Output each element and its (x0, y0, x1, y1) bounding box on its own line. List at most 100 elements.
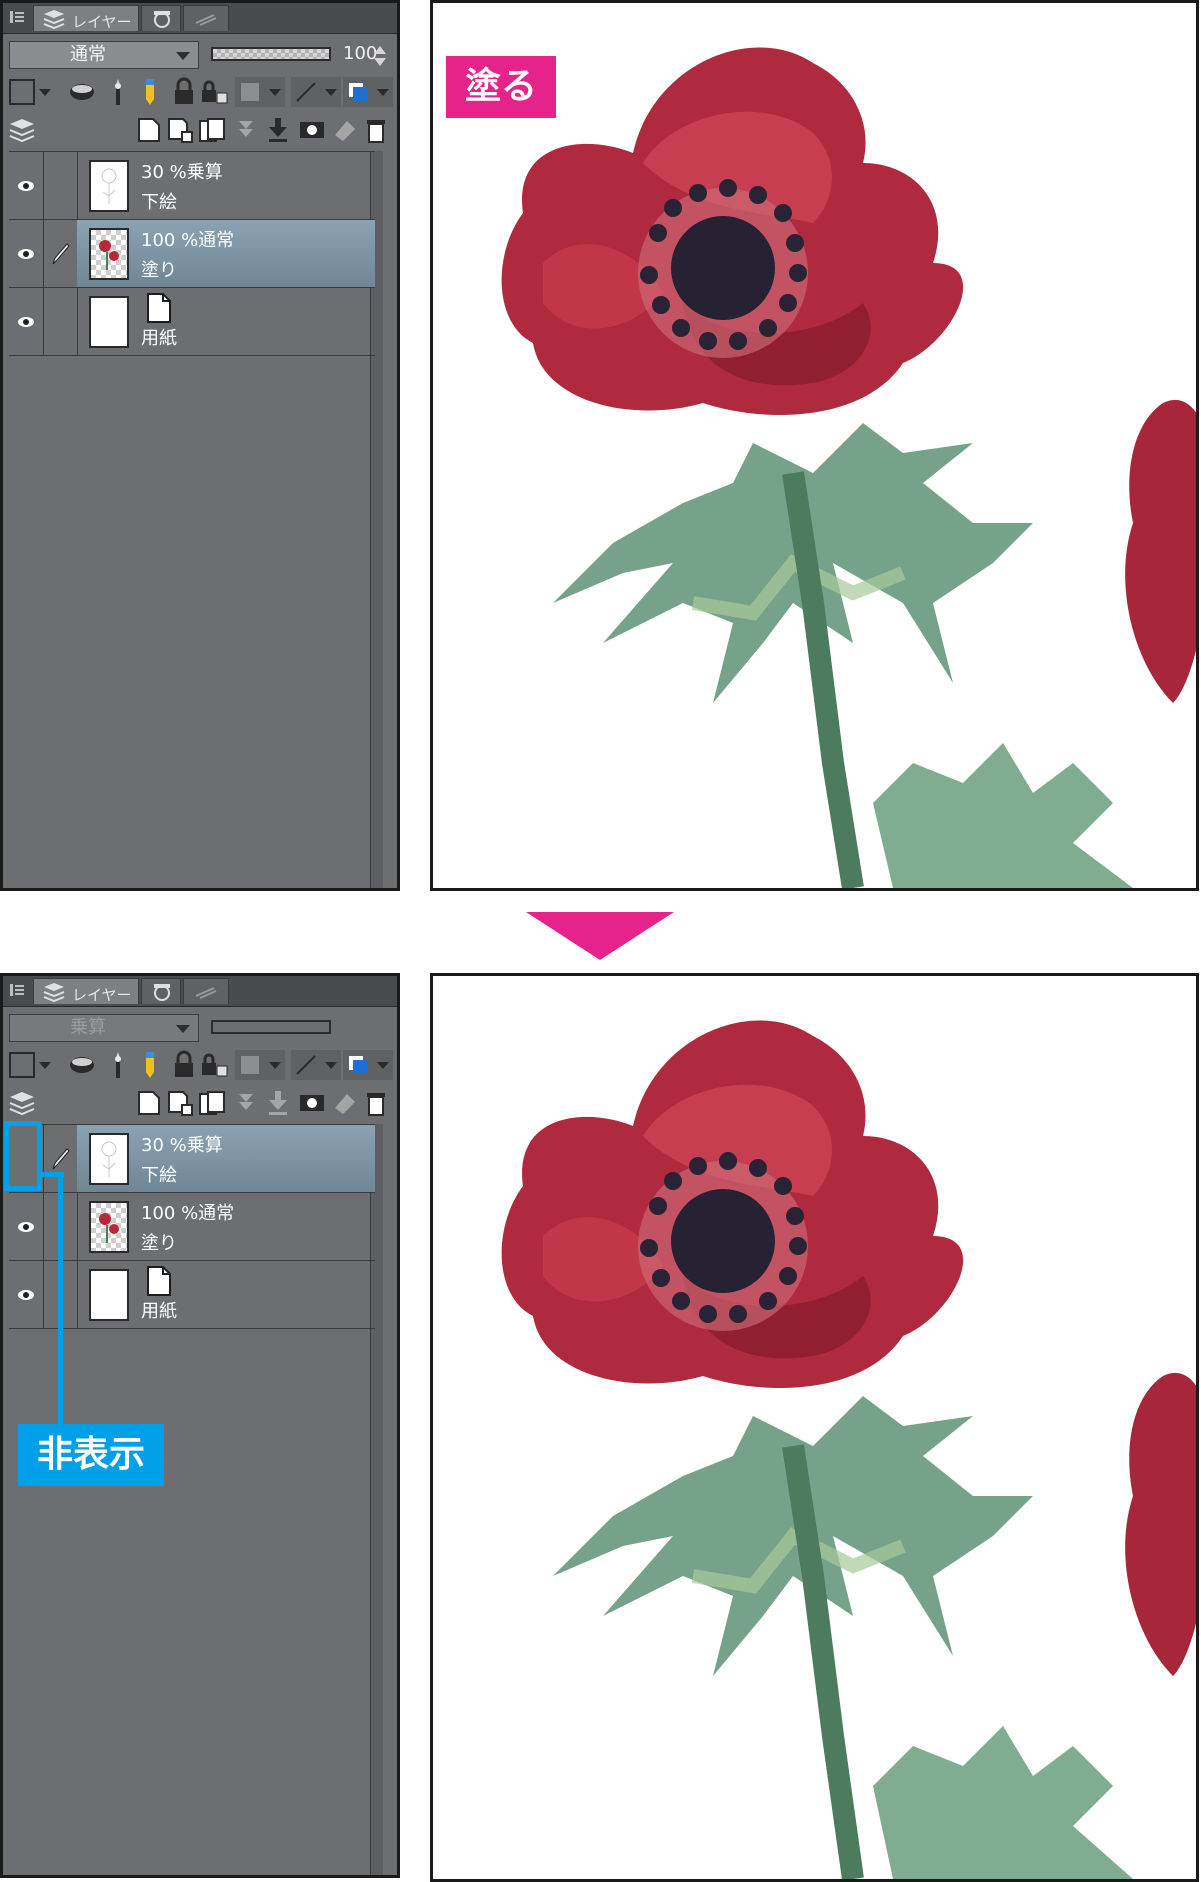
layer-row-sketch[interactable]: 30 %乗算 下絵 (9, 152, 375, 220)
flower-main (501, 47, 964, 415)
layer-color-dropdown[interactable] (9, 77, 53, 107)
layer-visibility-toggle[interactable] (9, 220, 44, 287)
layer-row-paper[interactable]: 用紙 (9, 1261, 375, 1329)
reference-layer-icon[interactable] (67, 1050, 97, 1080)
new-vector-layer-icon[interactable] (165, 1088, 195, 1118)
reference-layer-icon[interactable] (67, 77, 97, 107)
layer-visibility-toggle[interactable] (9, 1193, 44, 1260)
layer-thumbnail-sketch (89, 1133, 129, 1185)
trash-icon[interactable] (361, 115, 391, 145)
pencil-icon[interactable] (135, 1050, 165, 1080)
paper-layer-icon (147, 293, 171, 323)
mask-icon[interactable] (291, 1050, 341, 1080)
layer-color-dropdown[interactable] (9, 1050, 53, 1080)
anemone-painting (501, 1020, 1196, 1879)
blend-mode-value: 通常 (70, 44, 106, 65)
flower-main (501, 1020, 964, 1388)
layer-mask-icon[interactable] (297, 1088, 327, 1118)
layer-blend-info: 100 %通常 (141, 1203, 235, 1224)
tab-layer[interactable]: レイヤー (33, 5, 139, 31)
clear-layer-icon[interactable] (329, 115, 359, 145)
lock-transparency-icon[interactable] (199, 1050, 229, 1080)
layer-blend-info: 30 %乗算 (141, 1135, 223, 1156)
layer-visibility-toggle[interactable] (9, 152, 44, 219)
anemone-painting (501, 47, 1196, 888)
layer-visibility-toggle[interactable] (9, 288, 44, 355)
layers-stack-icon (9, 1092, 35, 1116)
trash-icon[interactable] (361, 1088, 391, 1118)
eye-icon[interactable] (17, 1220, 35, 1234)
layer-row-sketch[interactable]: 30 %乗算 下絵 (9, 1125, 375, 1193)
layer-name: 塗り (141, 260, 177, 281)
lock-icon[interactable] (169, 1050, 199, 1080)
layer-blend-info: 30 %乗算 (141, 162, 223, 183)
new-vector-layer-icon[interactable] (165, 115, 195, 145)
lock-icon[interactable] (169, 77, 199, 107)
layer-body[interactable]: 100 %通常 塗り (77, 1193, 375, 1260)
layer-visibility-toggle[interactable] (9, 1261, 44, 1328)
canvas-after (430, 973, 1199, 1882)
layer-mask-icon[interactable] (297, 115, 327, 145)
layer-color-icon[interactable] (343, 77, 393, 107)
wand-icon[interactable] (103, 1050, 133, 1080)
layer-body[interactable]: 用紙 (77, 288, 375, 355)
blend-mode-select[interactable]: 乗算 (9, 1014, 199, 1042)
layer-body[interactable]: 100 %通常 塗り (77, 220, 375, 287)
new-raster-layer-icon[interactable] (133, 1088, 163, 1118)
new-raster-layer-icon[interactable] (133, 115, 163, 145)
tab-layer-label: レイヤー (72, 13, 132, 31)
new-folder-icon[interactable] (197, 1088, 227, 1118)
tab-material[interactable] (183, 978, 229, 1004)
chevron-down-icon (176, 1025, 190, 1033)
tab-layer[interactable]: レイヤー (33, 978, 139, 1004)
pen-icon (52, 243, 70, 265)
tab-navigator[interactable] (141, 978, 181, 1004)
transfer-down-icon[interactable] (231, 1088, 261, 1118)
wand-icon[interactable] (103, 77, 133, 107)
material-icon (195, 14, 217, 26)
clipping-icon[interactable] (235, 77, 285, 107)
chevron-down-icon (176, 52, 190, 60)
layer-edit-target[interactable] (43, 152, 78, 219)
pen-icon (52, 1148, 70, 1170)
opacity-slider[interactable] (211, 47, 331, 61)
new-folder-icon[interactable] (197, 115, 227, 145)
layer-body[interactable]: 用紙 (77, 1261, 375, 1328)
eye-icon[interactable] (17, 1288, 35, 1302)
material-icon (195, 987, 217, 999)
eye-icon[interactable] (17, 179, 35, 193)
clipping-icon[interactable] (235, 1050, 285, 1080)
merge-down-icon[interactable] (263, 1088, 293, 1118)
transfer-down-icon[interactable] (231, 115, 261, 145)
layer-edit-target[interactable] (43, 288, 78, 355)
layer-color-icon[interactable] (343, 1050, 393, 1080)
clear-layer-icon[interactable] (329, 1088, 359, 1118)
layer-thumbnail-paper (89, 1269, 129, 1321)
flower-thumbnail-icon (99, 240, 119, 270)
layer-edit-target[interactable] (43, 220, 78, 287)
tab-navigator[interactable] (141, 5, 181, 31)
flower-side (1125, 1373, 1196, 1676)
layer-body[interactable]: 30 %乗算 下絵 (77, 1125, 375, 1192)
lock-transparency-icon[interactable] (199, 77, 229, 107)
merge-down-icon[interactable] (263, 115, 293, 145)
tab-material[interactable] (183, 5, 229, 31)
layer-thumbnail-paper (89, 296, 129, 348)
layer-row-paper[interactable]: 用紙 (9, 288, 375, 356)
layer-row-paint[interactable]: 100 %通常 塗り (9, 220, 375, 288)
layer-row-paint[interactable]: 100 %通常 塗り (9, 1193, 375, 1261)
blend-row: 乗算 (3, 1008, 397, 1048)
eye-icon[interactable] (17, 247, 35, 261)
panel-menu-icon[interactable] (9, 9, 25, 25)
layer-name: 塗り (141, 1233, 177, 1254)
mask-icon[interactable] (291, 77, 341, 107)
panel-menu-icon[interactable] (9, 982, 25, 998)
blend-mode-select[interactable]: 通常 (9, 41, 199, 69)
opacity-spinner-icon[interactable] (373, 43, 387, 69)
layer-blend-info: 100 %通常 (141, 230, 235, 251)
pencil-icon[interactable] (135, 77, 165, 107)
layer-name: 下絵 (141, 192, 177, 213)
eye-icon[interactable] (17, 315, 35, 329)
opacity-slider[interactable] (211, 1020, 331, 1034)
layer-body[interactable]: 30 %乗算 下絵 (77, 152, 375, 219)
